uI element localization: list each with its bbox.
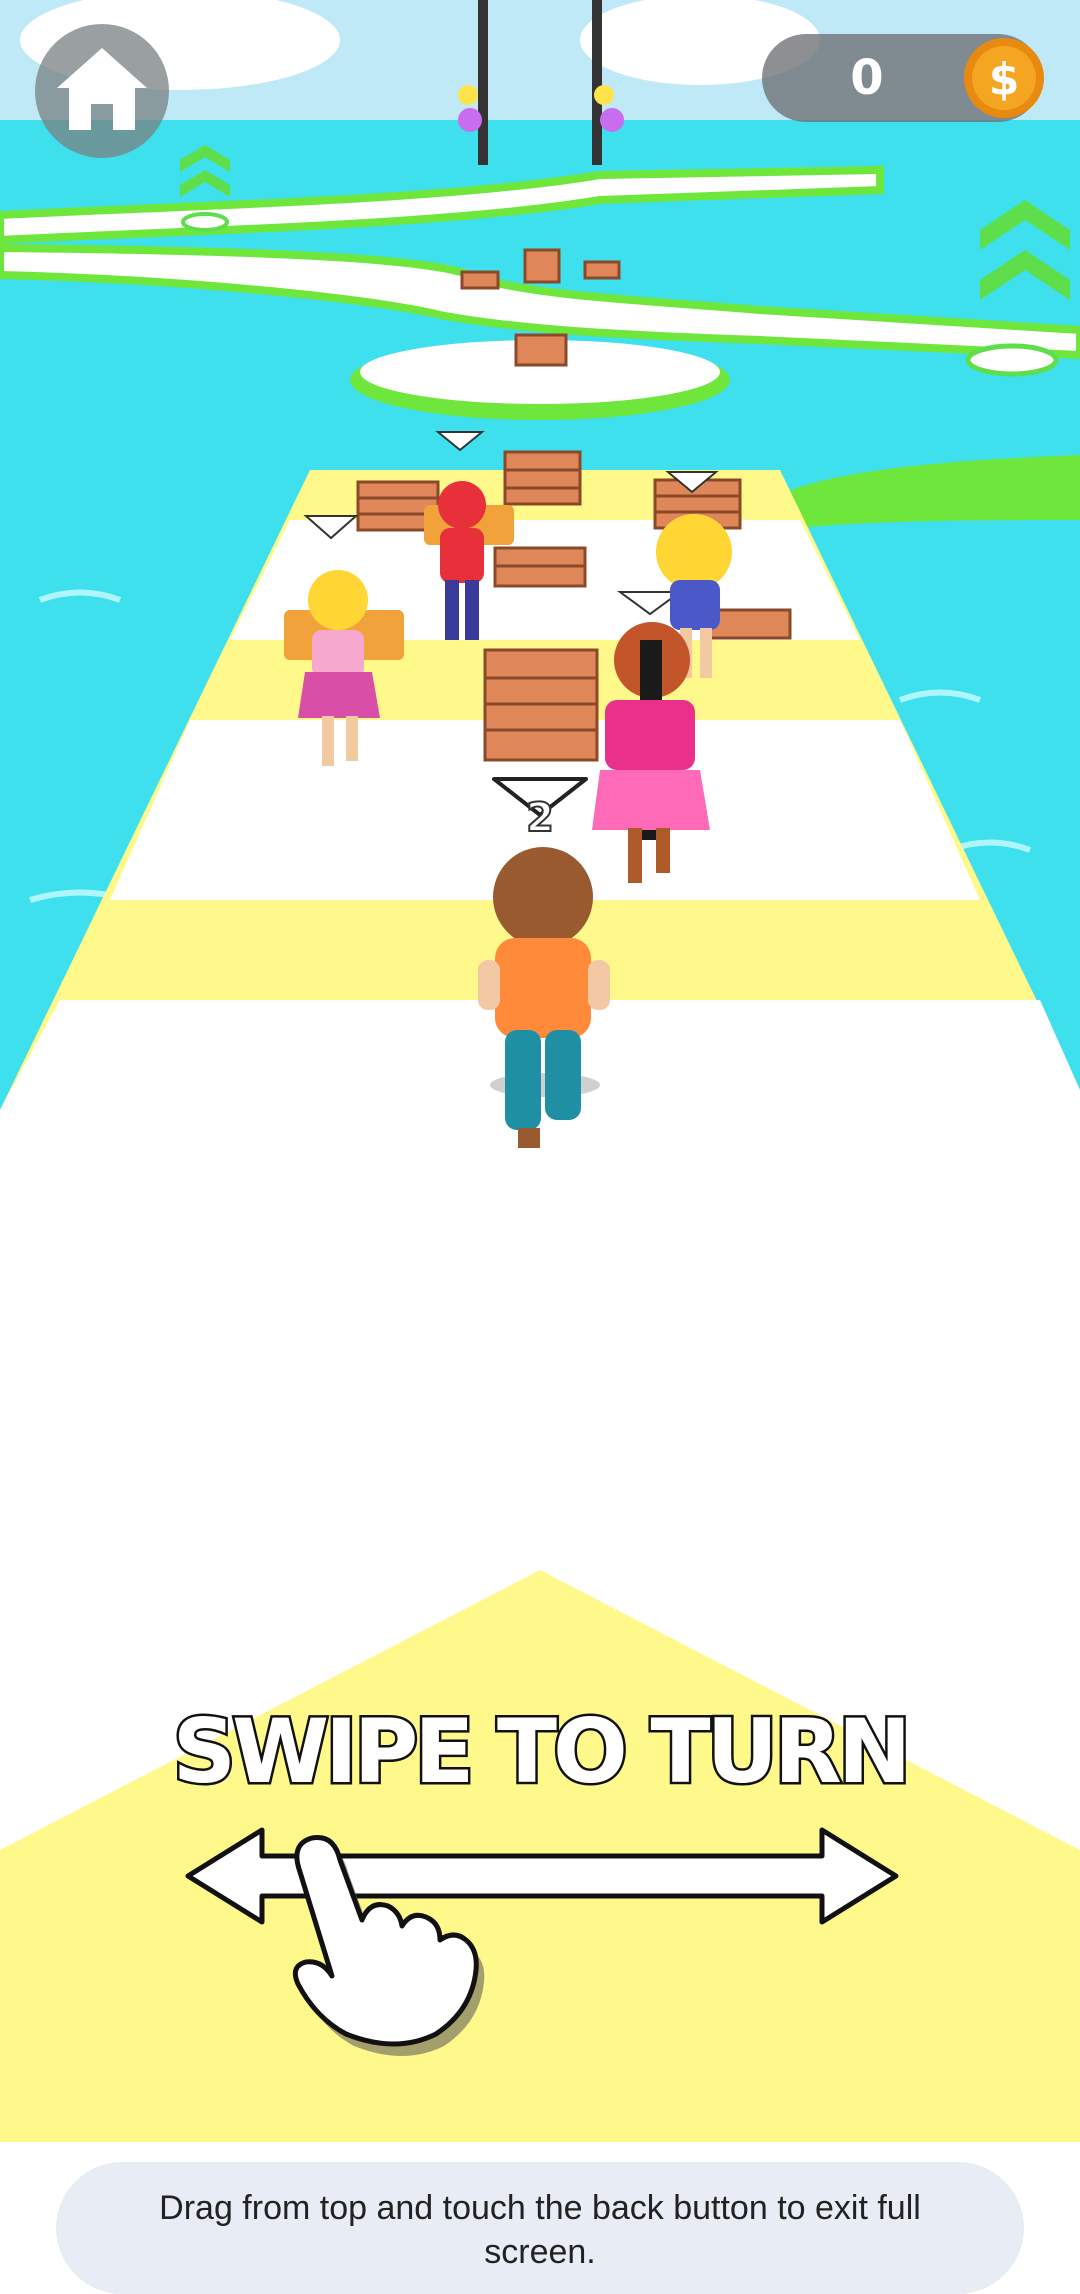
player-stack-count: 2 bbox=[525, 794, 555, 842]
coin-count: 0 bbox=[850, 50, 884, 106]
balloon bbox=[594, 85, 614, 105]
balloon bbox=[458, 85, 478, 105]
fullscreen-hint-text: Drag from top and touch the back button … bbox=[159, 2189, 921, 2271]
swipe-instruction: SWIPE TO TURN bbox=[170, 1698, 914, 1806]
finish-pole bbox=[478, 0, 488, 165]
finish-pole bbox=[592, 0, 602, 165]
game-scene[interactable] bbox=[0, 0, 1080, 2294]
plank-stack bbox=[503, 450, 582, 506]
plank-stack bbox=[514, 333, 568, 367]
balloon bbox=[600, 108, 624, 132]
coin-symbol: $ bbox=[989, 54, 1020, 105]
home-button[interactable] bbox=[35, 24, 169, 158]
balloon bbox=[458, 108, 482, 132]
home-icon bbox=[57, 48, 147, 130]
coin-icon: $ bbox=[964, 38, 1044, 118]
fullscreen-toast: Drag from top and touch the back button … bbox=[56, 2162, 1024, 2294]
plank-stack bbox=[493, 546, 587, 588]
plank-stack bbox=[483, 648, 599, 762]
